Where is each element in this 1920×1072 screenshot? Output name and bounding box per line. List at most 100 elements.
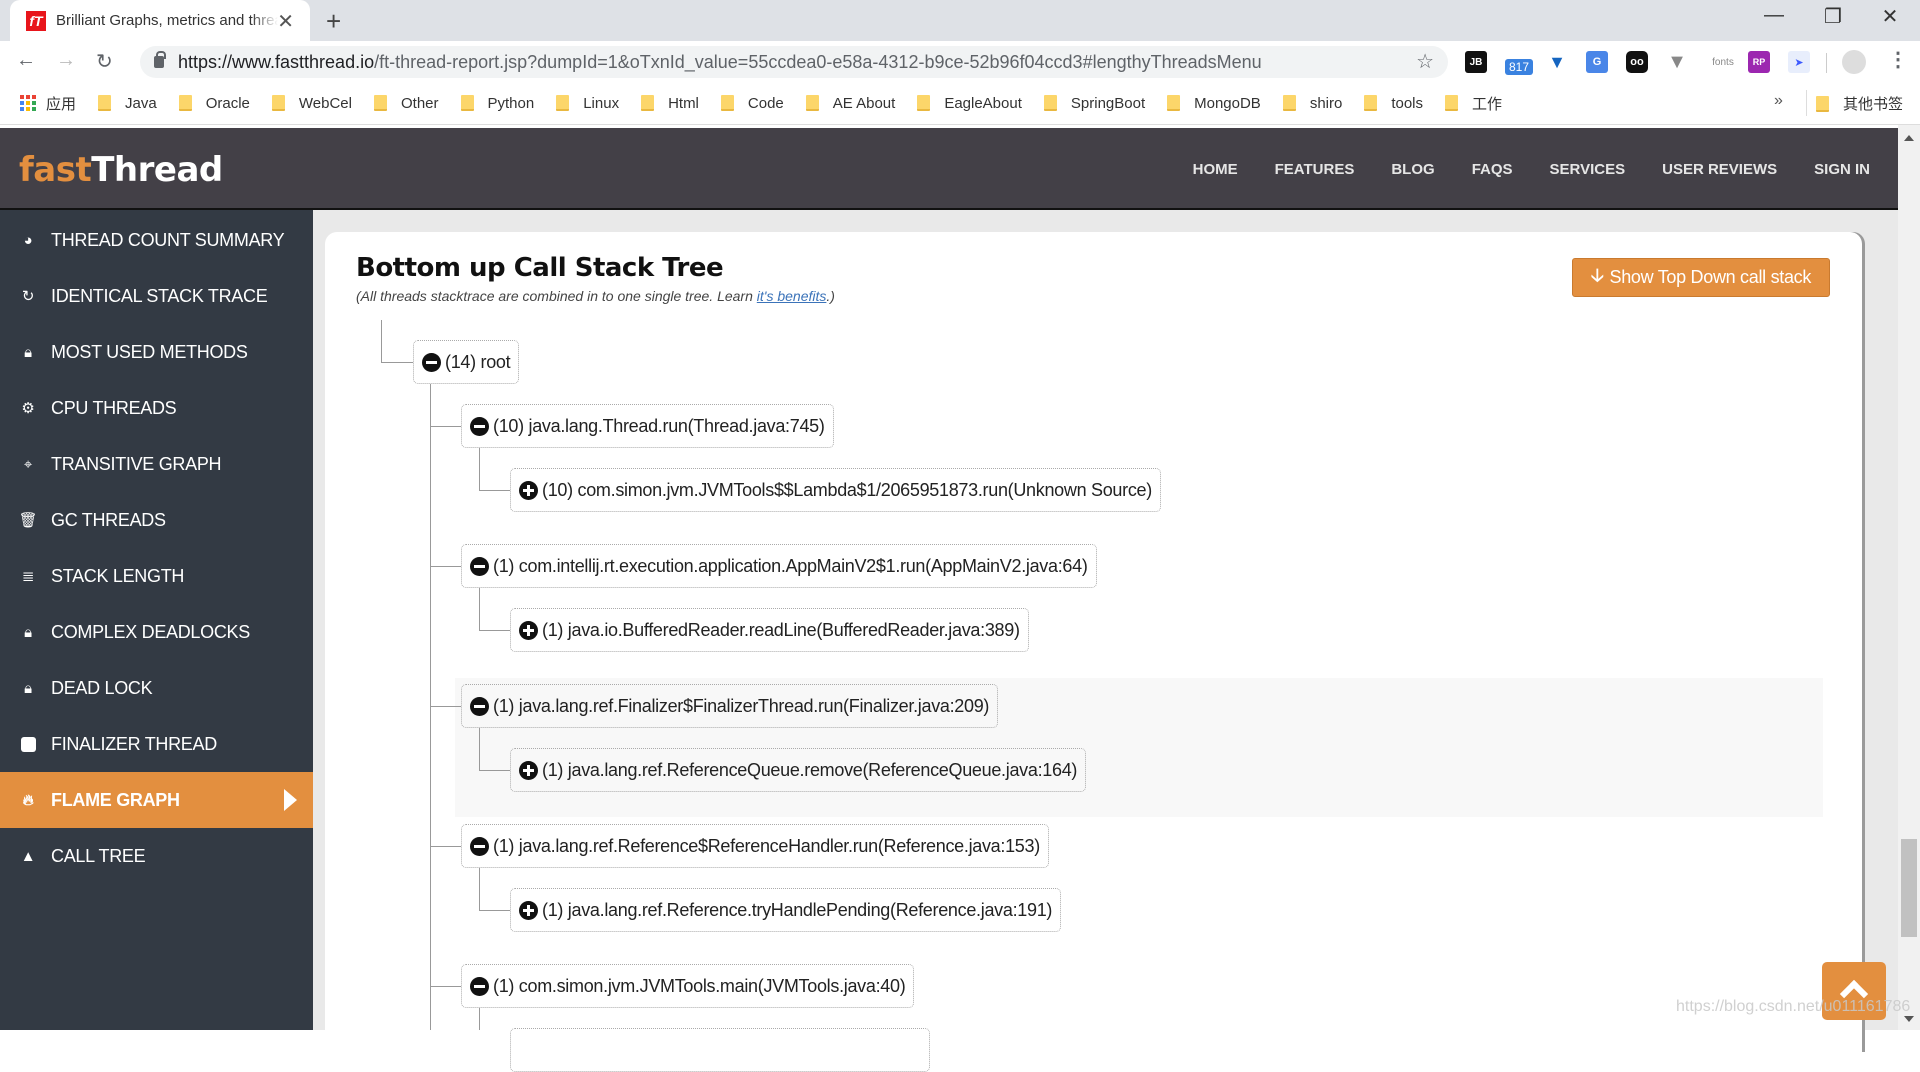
tree-connector bbox=[479, 588, 480, 630]
tree-node[interactable]: (1) java.lang.ref.ReferenceQueue.remove(… bbox=[510, 748, 1087, 792]
folder-icon bbox=[720, 95, 734, 111]
menu-kebab-icon[interactable]: ⋮ bbox=[1888, 47, 1908, 72]
tree-connector bbox=[479, 448, 480, 490]
collapse-icon[interactable] bbox=[470, 836, 489, 856]
tree-node[interactable]: (1) com.simon.jvm.JVMTools.main(JVMTools… bbox=[461, 964, 915, 1008]
reload-icon[interactable]: ↻ bbox=[96, 49, 113, 74]
folder-icon bbox=[1282, 95, 1296, 111]
tree-node[interactable]: (10) java.lang.Thread.run(Thread.java:74… bbox=[461, 404, 834, 448]
new-tab-icon[interactable]: + bbox=[326, 6, 341, 37]
sidebar-item-transitive-graph[interactable]: ⌖ TRANSITIVE GRAPH bbox=[0, 436, 313, 492]
browser-tab-strip: fT Brilliant Graphs, metrics and thread … bbox=[0, 0, 1920, 41]
tree-connector bbox=[479, 770, 510, 771]
minimize-icon[interactable]: — bbox=[1754, 4, 1794, 27]
axure-rp-icon[interactable]: RP bbox=[1748, 51, 1770, 73]
jetbrains-extension-icon[interactable]: JB bbox=[1465, 51, 1487, 73]
nav-home[interactable]: HOME bbox=[1193, 161, 1238, 178]
bookmark-folder[interactable]: Oracle bbox=[178, 95, 250, 112]
restore-icon[interactable]: ❐ bbox=[1813, 4, 1853, 29]
fastthread-logo[interactable]: fastThread bbox=[19, 150, 223, 190]
folder-icon bbox=[373, 95, 387, 111]
folder-icon bbox=[1364, 95, 1378, 111]
bookmark-folder[interactable]: Linux bbox=[556, 95, 619, 112]
sidebar-item-finalizer-thread[interactable]: FINALIZER THREAD bbox=[0, 716, 313, 772]
page-title: Bottom up Call Stack Tree bbox=[356, 253, 724, 283]
bookmark-folder[interactable]: shiro bbox=[1282, 95, 1342, 112]
collapse-icon[interactable] bbox=[470, 556, 489, 576]
close-tab-icon[interactable]: ✕ bbox=[277, 9, 294, 34]
bookmark-folder[interactable]: tools bbox=[1364, 95, 1423, 112]
bird-extension-icon[interactable]: ➤ bbox=[1788, 51, 1810, 73]
scroll-down-icon[interactable] bbox=[1904, 1016, 1914, 1022]
tree-node[interactable]: (1) java.io.BufferedReader.readLine(Buff… bbox=[510, 608, 1029, 652]
scroll-up-icon[interactable] bbox=[1904, 135, 1914, 141]
bookmark-folder[interactable]: EagleAbout bbox=[917, 95, 1022, 112]
bookmark-apps[interactable]: 应用 bbox=[46, 93, 76, 114]
forward-arrow-icon[interactable]: → bbox=[56, 49, 76, 72]
address-bar[interactable]: https://www.fastthread.io/ft-thread-repo… bbox=[140, 46, 1448, 78]
bookmark-folder[interactable]: SpringBoot bbox=[1043, 95, 1145, 112]
vpn-extension-icon[interactable]: ▼ bbox=[1546, 51, 1568, 73]
tree-node[interactable]: (1) java.lang.ref.Reference$ReferenceHan… bbox=[461, 824, 1049, 868]
benefits-link[interactable]: it's benefits bbox=[757, 288, 827, 304]
active-arrow-icon bbox=[284, 789, 297, 811]
tree-node[interactable]: (10) com.simon.jvm.JVMTools$$Lambda$1/20… bbox=[510, 468, 1161, 512]
sidebar-item-flame-graph[interactable]: 🔥︎ FLAME GRAPH bbox=[0, 772, 313, 828]
tree-node[interactable]: (1) java.lang.ref.Reference.tryHandlePen… bbox=[510, 888, 1062, 932]
bookmark-folder[interactable]: Java bbox=[98, 95, 157, 112]
google-translate-icon[interactable]: G bbox=[1586, 51, 1608, 73]
bookmark-folder[interactable]: 工作 bbox=[1445, 93, 1502, 114]
sidebar-item-identical-stack-trace[interactable]: ↻ IDENTICAL STACK TRACE bbox=[0, 268, 313, 324]
nav-sign-in[interactable]: SIGN IN bbox=[1814, 161, 1870, 178]
page-scrollbar[interactable] bbox=[1898, 125, 1920, 1030]
collapse-icon[interactable] bbox=[422, 352, 441, 372]
bookmark-star-icon[interactable]: ☆ bbox=[1416, 49, 1434, 74]
nav-faqs[interactable]: FAQS bbox=[1472, 161, 1513, 178]
extension-badge[interactable]: 817 bbox=[1505, 59, 1533, 75]
bookmarks-overflow-button[interactable]: » bbox=[1774, 92, 1783, 110]
tree-node[interactable]: (1) com.intellij.rt.execution.applicatio… bbox=[461, 544, 1097, 588]
tree-node-partial[interactable] bbox=[510, 1028, 930, 1072]
bookmark-folder[interactable]: Html bbox=[641, 95, 699, 112]
show-top-down-button[interactable]: 🡣 Show Top Down call stack bbox=[1572, 258, 1830, 297]
vue-devtools-icon[interactable]: ▼ bbox=[1666, 51, 1688, 73]
tampermonkey-icon[interactable]: oo bbox=[1626, 51, 1648, 73]
other-bookmarks[interactable]: 其他书签 bbox=[1816, 82, 1903, 125]
nav-features[interactable]: FEATURES bbox=[1275, 161, 1355, 178]
bookmark-folder[interactable]: WebCel bbox=[271, 95, 352, 112]
sidebar-item-gc-threads[interactable]: 🗑︎ GC THREADS bbox=[0, 492, 313, 548]
bookmark-folder[interactable]: MongoDB bbox=[1167, 95, 1261, 112]
expand-icon[interactable] bbox=[519, 620, 538, 640]
tree-node[interactable]: (1) java.lang.ref.Finalizer$FinalizerThr… bbox=[461, 684, 999, 728]
bookmark-folder[interactable]: Other bbox=[373, 95, 439, 112]
collapse-icon[interactable] bbox=[470, 696, 489, 716]
nav-blog[interactable]: BLOG bbox=[1391, 161, 1434, 178]
toolbar-divider bbox=[1826, 53, 1827, 73]
browser-tab[interactable]: fT Brilliant Graphs, metrics and thread … bbox=[10, 0, 310, 41]
window-close-icon[interactable]: ✕ bbox=[1870, 4, 1910, 29]
sidebar-item-call-tree[interactable]: ▲ CALL TREE bbox=[0, 828, 313, 884]
bookmark-folder[interactable]: Python bbox=[460, 95, 534, 112]
tree-node-root[interactable]: (14) root bbox=[413, 340, 520, 384]
sidebar-item-dead-lock[interactable]: 🔒︎ DEAD LOCK bbox=[0, 660, 313, 716]
sidebar-item-cpu-threads[interactable]: ⚙ CPU THREADS bbox=[0, 380, 313, 436]
bookmark-folder[interactable]: AE About bbox=[805, 95, 895, 112]
sidebar-item-thread-count-summary[interactable]: ◕ THREAD COUNT SUMMARY bbox=[0, 212, 313, 268]
collapse-icon[interactable] bbox=[470, 976, 489, 996]
fonts-extension-icon[interactable]: fonts bbox=[1708, 51, 1738, 73]
nav-user-reviews[interactable]: USER REVIEWS bbox=[1662, 161, 1777, 178]
fire-icon: 🔥︎ bbox=[22, 791, 34, 809]
expand-icon[interactable] bbox=[519, 480, 538, 500]
back-arrow-icon[interactable]: ← bbox=[16, 49, 36, 72]
collapse-icon[interactable] bbox=[470, 416, 489, 436]
sidebar-item-most-used-methods[interactable]: 🔒︎ MOST USED METHODS bbox=[0, 324, 313, 380]
scroll-thumb[interactable] bbox=[1901, 839, 1917, 937]
apps-grid-icon[interactable] bbox=[20, 95, 36, 111]
expand-icon[interactable] bbox=[519, 900, 538, 920]
expand-icon[interactable] bbox=[519, 760, 538, 780]
sidebar-item-complex-deadlocks[interactable]: 🔒︎ COMPLEX DEADLOCKS bbox=[0, 604, 313, 660]
nav-services[interactable]: SERVICES bbox=[1550, 161, 1626, 178]
sidebar-item-stack-length[interactable]: ≣ STACK LENGTH bbox=[0, 548, 313, 604]
profile-avatar[interactable] bbox=[1842, 50, 1866, 74]
bookmark-folder[interactable]: Code bbox=[720, 95, 784, 112]
